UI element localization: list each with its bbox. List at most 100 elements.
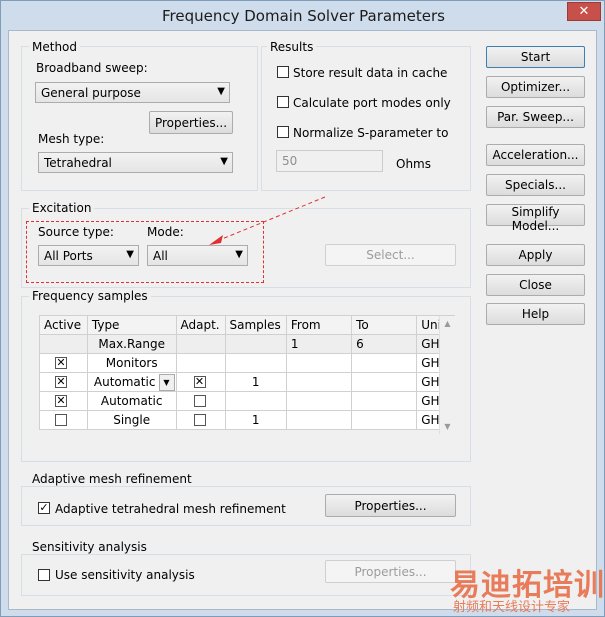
port-modes-label: Calculate port modes only [293,96,451,110]
active-checkbox[interactable]: ✕ [55,376,67,388]
broadband-sweep-combo[interactable]: General purpose ▼ [35,82,230,103]
window-close-button[interactable]: ✕ [567,2,601,21]
cell-adapt[interactable] [175,391,226,411]
column-header-type[interactable]: Type [86,315,177,335]
cell-active[interactable] [39,410,88,430]
cell-to[interactable] [351,391,418,411]
port-modes-checkbox[interactable] [277,96,289,108]
cell-adapt[interactable] [175,410,226,430]
cell-type[interactable]: Automatic ▼ [86,372,177,392]
chevron-down-icon: ▼ [220,156,228,167]
window-title: Frequency Domain Solver Parameters [162,7,445,25]
column-header-to[interactable]: To [351,315,418,335]
cell-to[interactable] [351,353,418,373]
adapt-checkbox[interactable]: ✕ [193,376,206,388]
cell-active[interactable]: ✕ [39,353,88,373]
cell-adapt[interactable] [175,334,226,354]
cell-from[interactable] [285,372,353,392]
cell-from[interactable]: 1 [285,334,353,354]
column-header-samples[interactable]: Samples [224,315,287,335]
table-scrollbar[interactable]: ▲ ▼ [439,316,455,434]
start-button[interactable]: Start [486,46,585,68]
specials-button[interactable]: Specials... [486,174,585,196]
ohms-unit-label: Ohms [396,157,431,171]
results-group-label: Results [267,40,317,54]
cell-samples[interactable]: 1 [224,410,287,430]
cell-samples[interactable]: 1 [224,372,287,392]
column-header-adapt[interactable]: Adapt. [175,315,226,335]
simplify-model-button[interactable]: Simplify Model... [486,204,585,233]
broadband-sweep-value: General purpose [41,86,141,100]
adaptive-mesh-group-label: Adaptive mesh refinement [29,472,195,486]
chevron-up-icon[interactable]: ▲ [440,319,455,328]
adaptive-mesh-properties-button[interactable]: Properties... [325,494,456,517]
sensitivity-checkbox[interactable] [38,569,50,581]
mode-label: Mode: [147,225,184,239]
adapt-checkbox[interactable] [193,395,206,407]
par-sweep-button[interactable]: Par. Sweep... [486,106,585,128]
type-value: Automatic [93,375,156,389]
annotation-arrow-icon [209,196,326,245]
source-type-label: Source type: [38,225,114,239]
cell-type[interactable]: Automatic [86,391,177,411]
cell-type[interactable]: Monitors [86,353,177,373]
select-button[interactable]: Select... [325,244,456,266]
source-type-combo[interactable]: All Ports ▼ [38,245,139,266]
cell-samples[interactable] [224,353,287,373]
active-checkbox[interactable] [55,414,67,426]
mesh-type-label: Mesh type: [38,132,105,146]
mesh-type-combo[interactable]: Tetrahedral ▼ [38,152,233,173]
ohms-input[interactable]: 50 [276,150,383,172]
help-button[interactable]: Help [486,303,585,325]
adapt-checkbox[interactable] [193,414,206,426]
cell-type[interactable]: Max.Range [86,334,177,354]
table-row[interactable]: ✕ Automatic ▼ ✕ 1 GHz [39,372,455,392]
source-type-value: All Ports [44,249,93,263]
cell-type[interactable]: Single [86,410,177,430]
cell-adapt[interactable]: ✕ [175,372,226,392]
table-row[interactable]: ✕ Automatic GHz [39,391,455,411]
excitation-group-label: Excitation [29,201,95,215]
normalize-label: Normalize S-parameter to [293,126,449,140]
cell-to[interactable]: 6 [351,334,418,354]
apply-button[interactable]: Apply [486,244,585,266]
table-row[interactable]: Single 1 GHz [39,410,455,430]
acceleration-button[interactable]: Acceleration... [486,144,585,166]
store-cache-checkbox[interactable] [277,66,289,78]
active-checkbox[interactable]: ✕ [55,357,67,369]
method-properties-button[interactable]: Properties... [149,111,233,134]
cell-adapt[interactable] [175,353,226,373]
store-cache-label: Store result data in cache [293,66,448,80]
chevron-down-icon: ▼ [217,86,225,97]
cell-to[interactable] [351,410,418,430]
title-bar[interactable]: Frequency Domain Solver Parameters ✕ [1,1,605,29]
table-header-row: Active Type Adapt. Samples From To Unit [39,315,455,335]
adaptive-mesh-label: Adaptive tetrahedral mesh refinement [55,502,286,516]
type-dropdown-button[interactable]: ▼ [158,374,175,391]
sensitivity-properties-button[interactable]: Properties... [325,560,456,583]
cell-samples[interactable] [224,334,287,354]
chevron-down-icon[interactable]: ▼ [440,422,455,431]
normalize-checkbox[interactable] [277,126,289,138]
table-row[interactable]: Max.Range 1 6 GHz [39,334,455,354]
frequency-samples-table: Active Type Adapt. Samples From To Unit … [39,315,455,430]
cell-active[interactable]: ✕ [39,391,88,411]
cell-samples[interactable] [224,391,287,411]
cell-from[interactable] [285,391,353,411]
broadband-sweep-label: Broadband sweep: [36,61,148,75]
table-row[interactable]: ✕ Monitors GHz [39,353,455,373]
optimizer-button[interactable]: Optimizer... [486,76,585,98]
close-button[interactable]: Close [486,274,585,296]
column-header-from[interactable]: From [285,315,353,335]
sensitivity-group-label: Sensitivity analysis [29,540,150,554]
cell-from[interactable] [285,353,353,373]
cell-to[interactable] [351,372,418,392]
adaptive-mesh-checkbox[interactable]: ✓ [38,502,50,514]
cell-from[interactable] [285,410,353,430]
active-checkbox[interactable]: ✕ [55,395,67,407]
cell-active[interactable] [39,334,88,354]
cell-active[interactable]: ✕ [39,372,88,392]
watermark-tagline: 射频和天线设计专家 [453,600,571,615]
column-header-active[interactable]: Active [39,315,88,335]
mesh-type-value: Tetrahedral [44,156,112,170]
